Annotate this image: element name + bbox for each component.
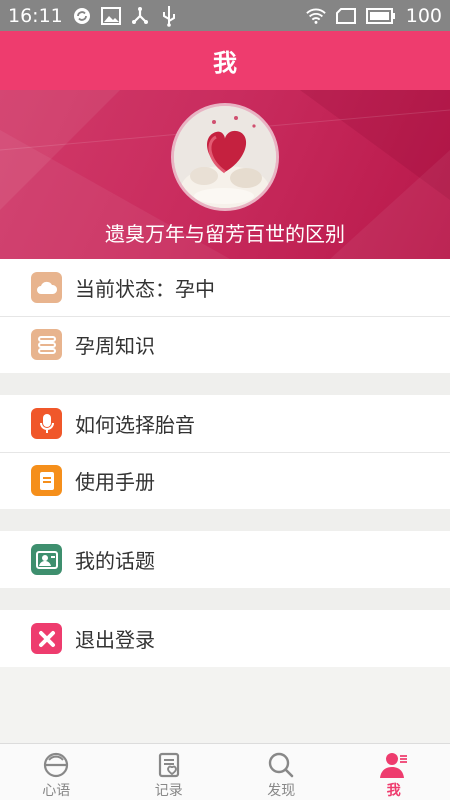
- profile-banner: 遗臭万年与留芳百世的区别: [0, 90, 450, 259]
- heart-talk-icon: [41, 750, 71, 779]
- menu-item-music[interactable]: 如何选择胎音: [0, 395, 450, 452]
- tab-record[interactable]: 记录: [113, 744, 226, 800]
- menu-item-label: 我的话题: [75, 549, 155, 573]
- bottom-tab-bar: 心语 记录 发现 我: [0, 743, 450, 800]
- section-divider: [0, 588, 450, 610]
- menu-item-topics[interactable]: 我的话题: [0, 531, 450, 588]
- page-title: 我: [213, 49, 237, 77]
- battery-icon: [365, 6, 396, 26]
- menu-item-label: 孕周知识: [75, 334, 155, 358]
- profile-icon: [379, 750, 409, 779]
- menu-group-account: 退出登录: [0, 610, 450, 667]
- tab-me[interactable]: 我: [338, 744, 450, 800]
- close-icon: [31, 623, 62, 654]
- tab-label: 心语: [42, 783, 71, 799]
- menu-item-status[interactable]: 当前状态：孕中: [0, 259, 450, 316]
- menu-item-label: 退出登录: [75, 628, 155, 652]
- tab-heart-talk[interactable]: 心语: [0, 744, 113, 800]
- microphone-icon: [31, 408, 62, 439]
- list-icon: [31, 329, 62, 360]
- header: 我: [0, 31, 450, 90]
- section-divider: [0, 373, 450, 395]
- menu-item-weeks[interactable]: 孕周知识: [0, 316, 450, 373]
- usb-icon: [159, 5, 179, 27]
- document-icon: [31, 465, 62, 496]
- tab-label: 记录: [154, 783, 183, 799]
- battery-level: 100: [405, 4, 442, 27]
- menu-item-manual[interactable]: 使用手册: [0, 452, 450, 509]
- tab-label: 我: [386, 783, 401, 799]
- avatar[interactable]: [171, 103, 279, 211]
- tab-discover[interactable]: 发现: [225, 744, 338, 800]
- menu-group-guide: 如何选择胎音 使用手册: [0, 395, 450, 509]
- status-bar: 16:11 100: [0, 0, 450, 31]
- contact-card-icon: [31, 544, 62, 575]
- sim-icon: [335, 6, 356, 26]
- share-icon: [130, 6, 150, 26]
- record-icon: [154, 750, 184, 779]
- sync-icon: [72, 6, 92, 26]
- search-icon: [266, 750, 296, 779]
- menu-group-pregnancy: 当前状态：孕中 孕周知识: [0, 259, 450, 373]
- cupcake-heart-image: [174, 106, 276, 208]
- image-icon: [100, 6, 121, 26]
- menu-item-label: 如何选择胎音: [75, 413, 195, 437]
- menu-item-label: 使用手册: [75, 470, 155, 494]
- status-time: 16:11: [8, 4, 63, 27]
- user-name: 遗臭万年与留芳百世的区别: [105, 222, 345, 246]
- menu-item-logout[interactable]: 退出登录: [0, 610, 450, 667]
- tab-label: 发现: [267, 783, 296, 799]
- menu-group-topics: 我的话题: [0, 531, 450, 588]
- menu-item-label: 当前状态：孕中: [75, 277, 215, 301]
- cloud-icon: [31, 272, 62, 303]
- wifi-icon: [305, 6, 326, 26]
- section-divider: [0, 509, 450, 531]
